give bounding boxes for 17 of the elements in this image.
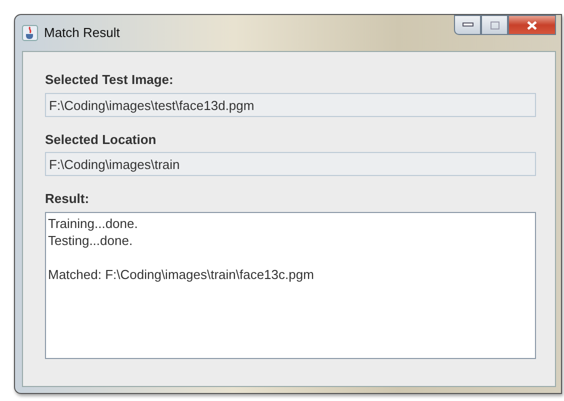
minimize-icon [462,22,474,28]
field-label: Result: [45,190,90,208]
output-line: Matched: F:\Coding\images\train\face13c.pgm [48,266,314,282]
maximize-button[interactable] [481,15,508,35]
output-line: Training...done. [48,216,138,230]
close-button[interactable] [508,15,556,35]
field-label: Selected Location [45,130,158,148]
window-title: Match Result [44,24,120,42]
output-line: Testing...done. [48,232,133,248]
close-icon [526,20,538,30]
field-label: Selected Test Image: [45,71,174,89]
text-field[interactable]: F:\Coding\images\train [45,152,536,176]
text-field[interactable]: F:\Coding\images\test\face13d.pgm [45,92,536,116]
java-cup-icon [22,25,38,41]
minimize-button[interactable] [454,15,481,35]
result-text-area[interactable]: Training...done. Testing...done. Matched: F:\Coding\images\train\face13c.pgm [45,212,536,358]
maximize-icon [490,20,500,30]
